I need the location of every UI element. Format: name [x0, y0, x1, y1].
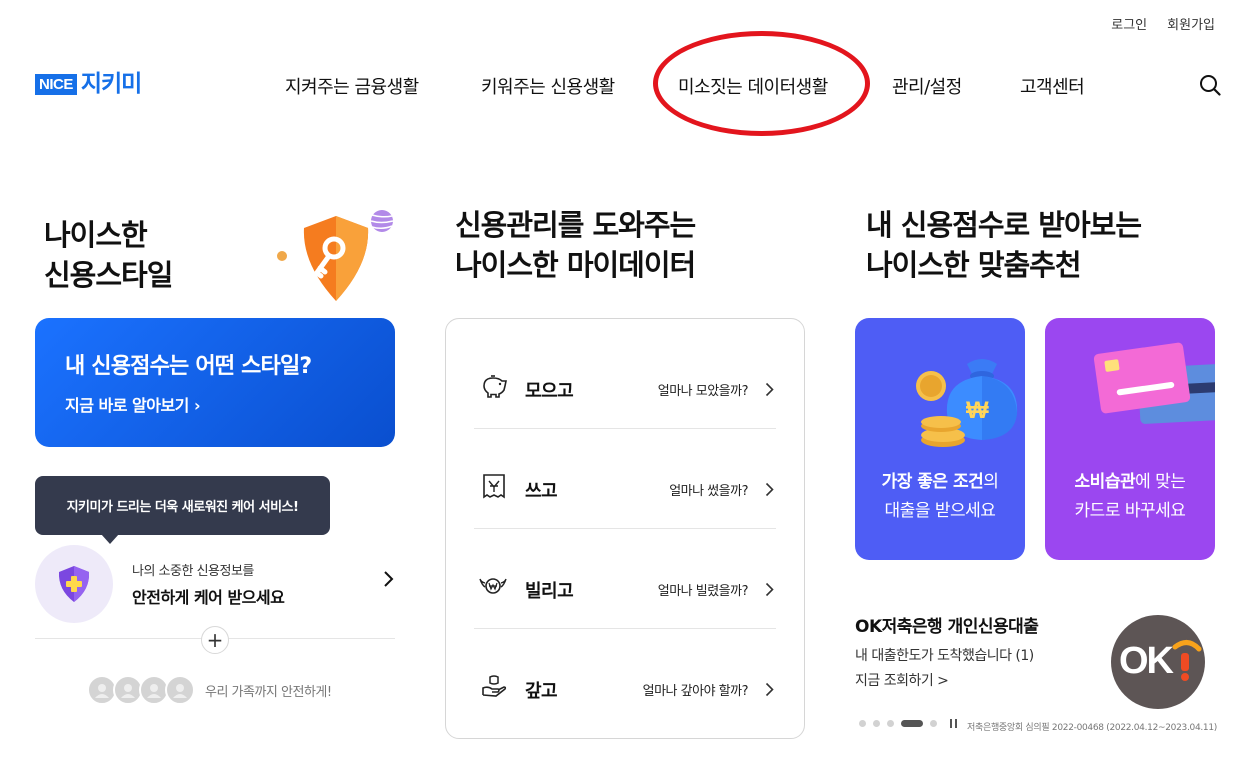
mydata-item-question: 얼마나 갚아야 할까?: [642, 684, 749, 699]
mydata-item-question: 얼마나 빌렸을까?: [657, 584, 749, 599]
login-link[interactable]: 로그인: [1111, 14, 1147, 33]
card-recommend-text: 소비습관에 맞는 카드로 바꾸세요: [1045, 468, 1215, 526]
pager-dot[interactable]: [930, 720, 937, 727]
card-recommend-bold: 소비습관: [1074, 472, 1136, 492]
money-bag-illustration: ₩: [916, 359, 1018, 447]
piggy-bank-icon: [483, 375, 507, 398]
shield-plus-icon: [58, 566, 90, 602]
loan-recommend-text: 가장 좋은 조건의 대출을 받으세요: [855, 468, 1025, 526]
hand-coin-icon: [482, 675, 507, 697]
nav-item-support[interactable]: 고객센터: [1020, 73, 1085, 99]
credit-card-illustration: [1093, 342, 1215, 424]
receipt-icon: [483, 474, 505, 499]
loan-recommend-card[interactable]: ₩ 가장 좋은 조건의 대출을 받으세요: [855, 318, 1025, 560]
winged-coin-icon: [479, 578, 507, 594]
credit-style-card[interactable]: 내 신용점수는 어떤 스타일? 지금 바로 알아보기 ›: [35, 318, 395, 447]
nav-item-finance[interactable]: 지켜주는 금융생활: [285, 73, 419, 99]
care-service-subtitle: 나의 소중한 신용정보를: [132, 564, 254, 579]
chevron-right-icon: [765, 482, 774, 497]
pager-dot[interactable]: [873, 720, 880, 727]
care-shield-badge: [35, 545, 113, 623]
chevron-right-icon[interactable]: [383, 569, 395, 589]
recommend-title: 내 신용점수로 받아보는 나이스한 맞춤추천: [866, 205, 1142, 285]
chevron-right-icon: [765, 382, 774, 397]
style-title: 나이스한 신용스타일: [44, 215, 173, 295]
signup-link[interactable]: 회원가입: [1167, 14, 1215, 33]
card-recommend-rest: 에 맞는: [1135, 472, 1186, 492]
utility-links: 로그인 회원가입: [1111, 14, 1215, 33]
ad-subtitle: 내 대출한도가 도착했습니다 (1): [855, 648, 1034, 664]
care-service-row[interactable]: 나의 소중한 신용정보를 안전하게 케어 받으세요: [35, 543, 395, 639]
card-recommend-card[interactable]: 소비습관에 맞는 카드로 바꾸세요: [1045, 318, 1215, 560]
mydata-item-spend[interactable]: 쓰고 얼마나 썼을까?: [474, 429, 776, 529]
ok-bank-logo: OK: [1111, 615, 1205, 709]
ad-title[interactable]: OK저축은행 개인신용대출: [855, 612, 1039, 637]
mydata-item-label: 빌리고: [525, 581, 574, 602]
family-protection-row[interactable]: 우리 가족까지 안전하게!: [87, 675, 332, 705]
ad-inquire-link[interactable]: 지금 조회하기 >: [855, 670, 949, 690]
mydata-item-question: 얼마나 모았을까?: [657, 384, 749, 399]
care-service-title: 안전하게 케어 받으세요: [132, 588, 285, 607]
pager-dot-active[interactable]: [901, 720, 923, 727]
expand-plus-button[interactable]: +: [201, 626, 229, 654]
mydata-item-label: 모으고: [525, 381, 574, 402]
credit-style-card-link[interactable]: 지금 바로 알아보기 ›: [65, 392, 365, 416]
mydata-item-save[interactable]: 모으고 얼마나 모았을까?: [474, 329, 776, 429]
mydata-title: 신용관리를 도와주는 나이스한 마이데이터: [455, 205, 696, 285]
nav-item-credit[interactable]: 키워주는 신용생활: [481, 73, 615, 99]
care-service-tooltip: 지키미가 드리는 더욱 새로워진 케어 서비스!: [35, 476, 330, 544]
mydata-item-question: 얼마나 썼을까?: [669, 484, 748, 499]
ad-carousel-pager: [859, 719, 957, 728]
mydata-item-repay[interactable]: 갚고 얼마나 갚아야 할까?: [474, 629, 776, 729]
family-protection-text: 우리 가족까지 안전하게!: [205, 684, 332, 700]
card-recommend-line2: 카드로 바꾸세요: [1074, 501, 1186, 521]
chevron-right-icon: [765, 682, 774, 697]
ad-disclaimer: 저축은행중앙회 심의필 2022-00468 (2022.04.12~2023.…: [967, 723, 1217, 733]
nav-item-settings[interactable]: 관리/설정: [892, 73, 962, 99]
mydata-title-line1: 신용관리를 도와주는: [455, 208, 696, 242]
shield-key-illustration: [277, 210, 394, 301]
ok-logo-mark: [1172, 640, 1202, 681]
style-title-line1: 나이스한: [44, 218, 148, 252]
pager-dot[interactable]: [859, 720, 866, 727]
chevron-right-icon: [765, 582, 774, 597]
main-nav: 지켜주는 금융생활 키워주는 신용생활 미소짓는 데이터생활 관리/설정 고객센…: [0, 73, 1257, 99]
recommend-title-line2: 나이스한 맞춤추천: [866, 248, 1082, 282]
loan-recommend-bold: 가장 좋은 조건: [881, 472, 984, 492]
search-icon[interactable]: [1199, 74, 1221, 96]
recommend-title-line1: 내 신용점수로 받아보는: [866, 208, 1142, 242]
family-avatar-icon: [165, 675, 195, 705]
style-title-line2: 신용스타일: [44, 258, 173, 292]
loan-recommend-line2: 대출을 받으세요: [884, 501, 996, 521]
mydata-item-label: 쓰고: [525, 481, 558, 502]
loan-recommend-rest: 의: [983, 472, 999, 492]
mydata-item-label: 갚고: [525, 681, 558, 702]
mydata-panel: 모으고 얼마나 모았을까? 쓰고 얼마나 썼을까? 빌리고 얼마나 빌렸을까? …: [445, 318, 805, 739]
pager-dot[interactable]: [887, 720, 894, 727]
mydata-item-borrow[interactable]: 빌리고 얼마나 빌렸을까?: [474, 529, 776, 629]
mydata-title-line2: 나이스한 마이데이터: [455, 248, 696, 282]
svg-text:₩: ₩: [966, 397, 989, 424]
credit-style-card-title: 내 신용점수는 어떤 스타일?: [65, 354, 312, 379]
highlight-circle-annotation: [653, 31, 870, 136]
pause-icon[interactable]: [950, 719, 957, 728]
